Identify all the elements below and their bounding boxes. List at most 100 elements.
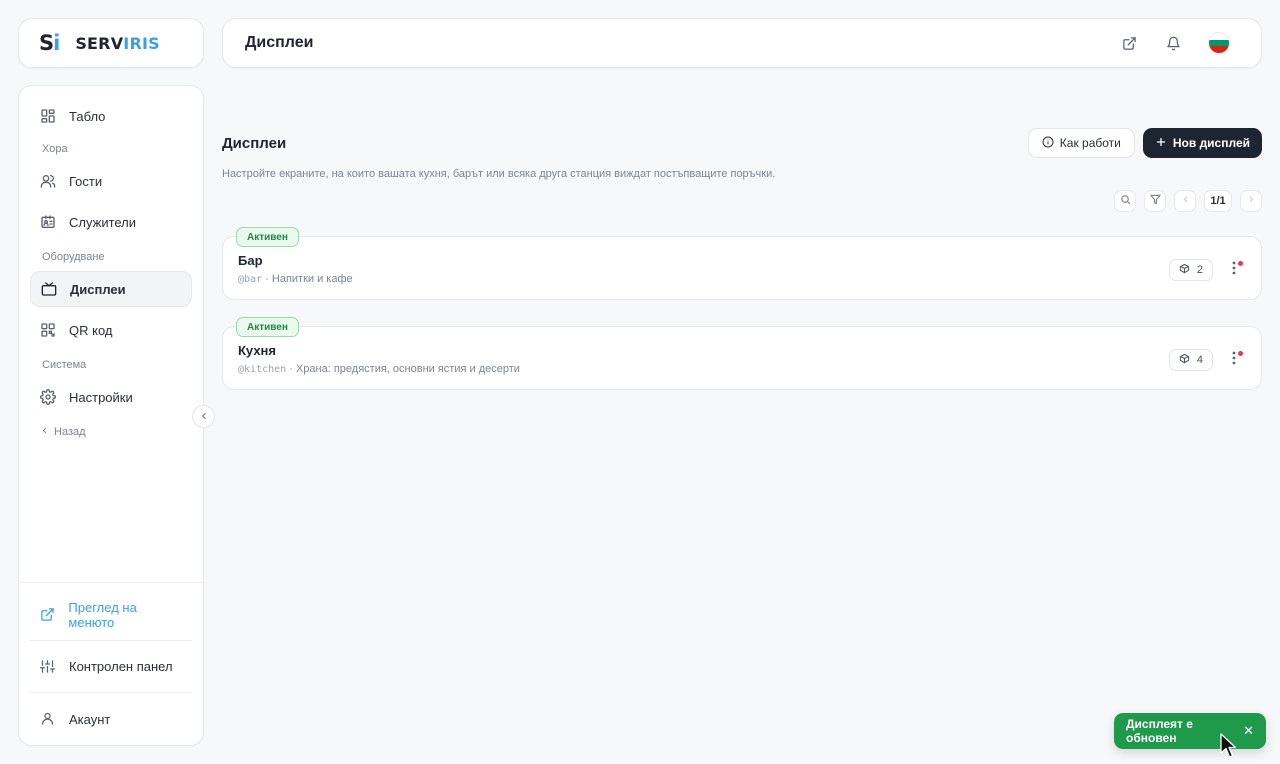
page-subtitle: Настройте екраните, на които вашата кухн…: [222, 168, 776, 180]
chevron-left-icon: [40, 426, 49, 438]
mouse-cursor-icon: [1220, 733, 1237, 758]
sidebar-item-settings[interactable]: Настройки: [30, 379, 192, 415]
bell-icon[interactable]: [1161, 31, 1185, 55]
filter-button[interactable]: [1144, 190, 1166, 212]
status-badge: Активен: [236, 317, 299, 337]
account-label: Акаунт: [69, 711, 111, 727]
device-count-pill: 2: [1168, 259, 1213, 281]
display-meta: @kitchen · Храна: предястия, основни яст…: [238, 363, 1246, 375]
device-count: 2: [1196, 264, 1203, 276]
display-description: Напитки и кафе: [271, 273, 353, 285]
sidebar-item-guests[interactable]: Гости: [30, 163, 192, 199]
sidebar-item-label: QR код: [69, 322, 113, 338]
device-count-pill: 4: [1168, 349, 1213, 371]
display-name: Бар: [238, 253, 263, 268]
display-actions: 2: [1168, 259, 1243, 281]
control-panel-link[interactable]: Контролен панел: [30, 641, 192, 693]
page-title: Дисплеи: [222, 135, 287, 152]
chevron-right-icon: [1247, 195, 1256, 207]
sidebar-item-label: Настройки: [69, 389, 133, 405]
section-label-people: Хора: [42, 143, 68, 155]
sidebar-item-displays[interactable]: Дисплеи: [30, 271, 192, 307]
how-it-works-button[interactable]: Как работи: [1027, 128, 1135, 158]
logo-word-b: IRIS: [123, 33, 160, 53]
sidebar-item-label: Дисплеи: [70, 281, 126, 297]
status-badge: Активен: [236, 227, 299, 247]
page-actions: Как работи Нов дисплей: [1027, 128, 1262, 158]
sliders-icon: [40, 659, 56, 675]
logo-word-a: SERV: [75, 33, 124, 53]
menu-preview-label: Преглед на менюто: [68, 599, 137, 630]
success-toast: Дисплеят е обновен ✕: [1114, 713, 1266, 749]
brand-logo[interactable]: Si SERVIRIS: [18, 18, 204, 68]
display-meta: @bar · Напитки и кафе: [238, 273, 1246, 285]
display-slug: @kitchen: [238, 364, 287, 375]
chevron-left-icon: [199, 408, 209, 426]
search-button[interactable]: [1114, 190, 1136, 212]
cube-icon: [1179, 263, 1190, 277]
sidebar-item-label: Служители: [69, 214, 137, 230]
logo-wordmark: SERVIRIS: [75, 34, 160, 53]
sidebar-collapse-button[interactable]: [192, 405, 215, 428]
sidebar-nav: Табло Хора Гости Служители Оборудване Ди…: [19, 86, 203, 444]
how-it-works-label: Как работи: [1059, 136, 1121, 150]
users-icon: [40, 173, 56, 189]
control-panel-label: Контролен панел: [69, 659, 173, 674]
sidebar-bottom: Преглед на менюто Контролен панел Акаунт: [19, 582, 203, 745]
section-label-system: Система: [42, 359, 87, 371]
menu-preview-link[interactable]: Преглед на менюто: [30, 589, 192, 641]
back-link[interactable]: Назад: [30, 420, 192, 444]
info-icon: [1042, 136, 1054, 151]
sidebar-item-qr[interactable]: QR код: [30, 312, 192, 348]
cube-icon: [1179, 353, 1190, 367]
language-flag-bg-icon[interactable]: [1209, 33, 1229, 53]
next-page-button[interactable]: [1240, 190, 1262, 212]
display-slug: @bar: [238, 274, 263, 285]
display-card-kitchen[interactable]: Активен Кухня @kitchen · Храна: предясти…: [222, 317, 1262, 390]
tv-icon: [41, 281, 57, 297]
more-menu-button[interactable]: [1229, 259, 1243, 281]
new-display-button[interactable]: Нов дисплей: [1142, 128, 1262, 158]
close-icon[interactable]: ✕: [1243, 723, 1254, 739]
more-menu-button[interactable]: [1229, 349, 1243, 371]
meta-separator: ·: [289, 363, 296, 375]
filter-icon: [1149, 194, 1161, 208]
main-content: Дисплеи Как работи Нов дисплей Настройте…: [222, 128, 1262, 390]
page-header: Дисплеи Как работи Нов дисплей: [222, 128, 1262, 158]
dashboard-grid-icon: [40, 108, 56, 124]
account-link[interactable]: Акаунт: [30, 693, 192, 745]
topbar: Дисплеи: [222, 18, 1262, 68]
plus-icon: [1155, 136, 1167, 151]
page-indicator: 1/1: [1204, 190, 1232, 212]
back-label: Назад: [54, 426, 86, 438]
sidebar-item-staff[interactable]: Служители: [30, 204, 192, 240]
sidebar-item-tablo[interactable]: Табло: [30, 98, 192, 134]
gear-icon: [40, 389, 56, 405]
logo-mark-s: S: [39, 31, 54, 55]
chevron-left-icon: [1181, 195, 1190, 207]
logo-mark-i: i: [53, 31, 60, 55]
new-display-label: Нов дисплей: [1172, 136, 1250, 150]
display-description: Храна: предястия, основни ястия и десерт…: [295, 363, 520, 375]
sidebar-item-label: Гости: [69, 173, 103, 189]
kebab-icon: [1232, 261, 1236, 280]
meta-separator: ·: [265, 273, 272, 285]
prev-page-button[interactable]: [1174, 190, 1196, 212]
display-card-bar[interactable]: Активен Бар @bar · Напитки и кафе 2: [222, 227, 1262, 300]
sidebar: Табло Хора Гости Служители Оборудване Ди…: [18, 85, 204, 746]
qr-code-icon: [40, 322, 56, 338]
device-count: 4: [1196, 354, 1203, 366]
external-link-icon[interactable]: [1117, 31, 1141, 55]
user-icon: [40, 711, 56, 727]
display-actions: 4: [1168, 349, 1243, 371]
list-toolbar: 1/1: [222, 190, 1262, 212]
external-link-icon: [40, 607, 55, 623]
alert-dot: [1238, 261, 1243, 266]
search-icon: [1120, 194, 1131, 208]
topbar-title: Дисплеи: [245, 34, 314, 51]
display-name: Кухня: [238, 343, 276, 358]
sidebar-item-label: Табло: [69, 108, 106, 124]
alert-dot: [1238, 351, 1243, 356]
kebab-icon: [1232, 351, 1236, 370]
section-label-equipment: Оборудване: [42, 251, 105, 263]
